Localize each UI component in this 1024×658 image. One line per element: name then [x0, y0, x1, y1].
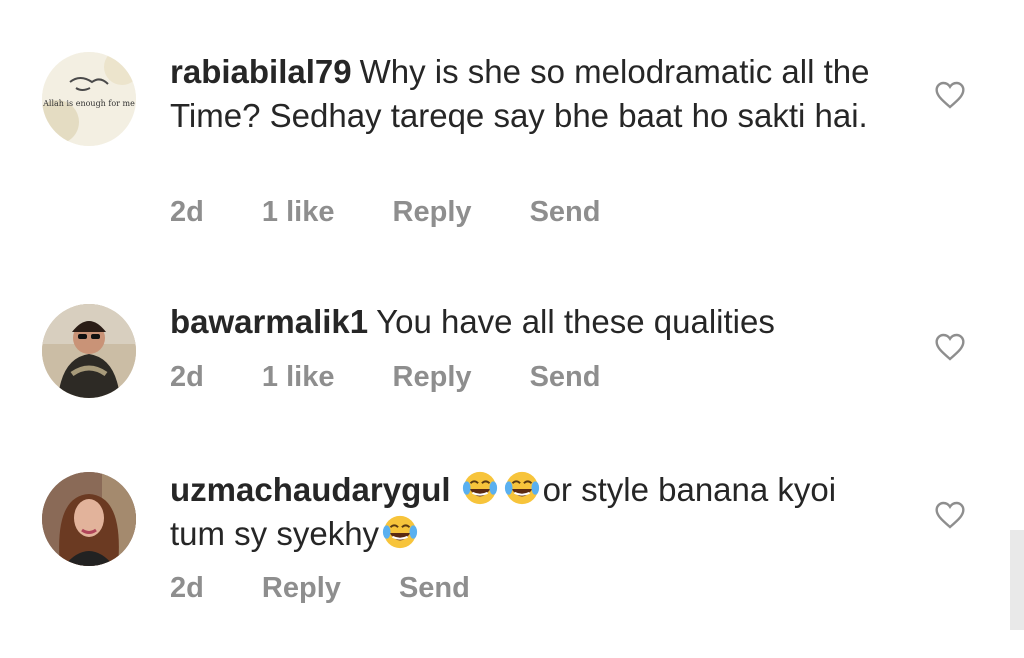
username[interactable]: uzmachaudarygul	[170, 471, 451, 508]
comment-body: rabiabilal79 Why is she so melodramatic a…	[170, 50, 900, 138]
timestamp: 2d	[170, 196, 204, 228]
comment-text: You have all these qualities	[376, 303, 775, 340]
comment-body: uzmachaudarygul or style banana kyoi tum …	[170, 468, 900, 556]
heart-icon[interactable]	[934, 79, 966, 111]
comment-text-block: rabiabilal79 Why is she so melodramatic a…	[170, 50, 900, 138]
avatar[interactable]	[42, 472, 136, 566]
reply-button[interactable]: Reply	[393, 196, 472, 228]
timestamp: 2d	[170, 572, 204, 604]
likes-count[interactable]: 1 like	[262, 361, 335, 393]
username[interactable]: bawarmalik1	[170, 303, 368, 340]
likes-count[interactable]: 1 like	[262, 196, 335, 228]
avatar-image: Allah is enough for me	[42, 52, 136, 146]
avatar-caption: Allah is enough for me	[42, 99, 135, 108]
heart-icon[interactable]	[934, 499, 966, 531]
comment-meta: 2d Reply Send	[170, 572, 520, 605]
comment-text-block: uzmachaudarygul or style banana kyoi tum …	[170, 468, 900, 556]
avatar[interactable]: Allah is enough for me	[42, 52, 136, 146]
timestamp: 2d	[170, 361, 204, 393]
avatar[interactable]	[42, 304, 136, 398]
comment-text-block: bawarmalik1 You have all these qualities	[170, 300, 900, 344]
comment-meta: 2d 1 like Reply Send	[170, 361, 650, 394]
scrollbar[interactable]	[1010, 530, 1024, 630]
send-button[interactable]: Send	[399, 572, 470, 604]
avatar-image	[42, 304, 136, 398]
username[interactable]: rabiabilal79	[170, 53, 352, 90]
face-with-tears-of-joy-icon	[382, 515, 418, 549]
avatar-image	[42, 472, 136, 566]
face-with-tears-of-joy-icon	[504, 471, 539, 505]
send-button[interactable]: Send	[530, 361, 601, 393]
face-with-tears-of-joy-icon	[462, 471, 497, 505]
comment-meta: 2d 1 like Reply Send	[170, 196, 650, 229]
send-button[interactable]: Send	[530, 196, 601, 228]
reply-button[interactable]: Reply	[262, 572, 341, 604]
reply-button[interactable]: Reply	[393, 361, 472, 393]
comment-body: bawarmalik1 You have all these qualities	[170, 300, 900, 344]
heart-icon[interactable]	[934, 331, 966, 363]
